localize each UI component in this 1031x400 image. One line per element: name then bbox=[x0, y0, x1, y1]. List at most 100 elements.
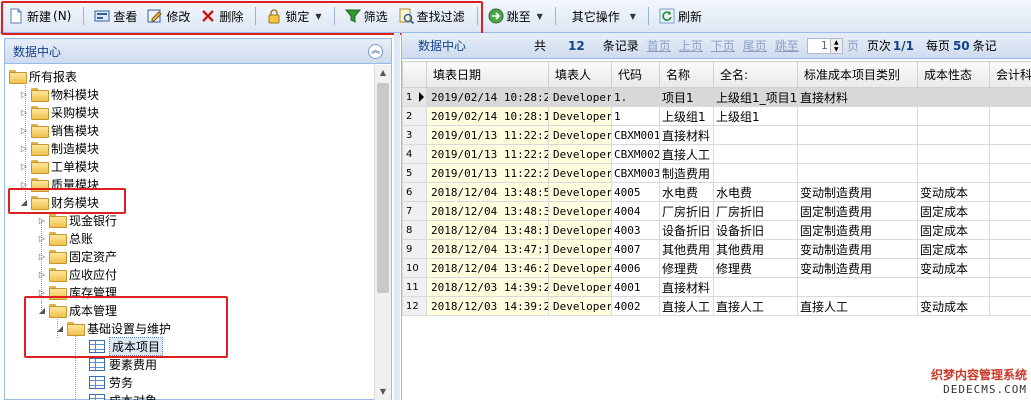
table-row[interactable]: 7 2018/12/04 13:48:36 Developer 4004 厂房折旧 厂房折… bbox=[402, 201, 1031, 221]
chevron-down-icon[interactable]: ▼ bbox=[537, 12, 543, 21]
table-cell[interactable]: 变动成本 bbox=[917, 296, 990, 316]
table-cell[interactable] bbox=[917, 125, 990, 145]
next-page-link[interactable]: 下页 bbox=[711, 37, 735, 54]
expand-icon[interactable]: ▷ bbox=[37, 252, 47, 261]
table-cell[interactable]: Developer bbox=[548, 144, 612, 164]
table-cell[interactable]: Developer bbox=[548, 239, 612, 259]
table-row[interactable]: 5 2019/01/13 11:22:22 Developer CBXM003 制造费用 bbox=[402, 163, 1031, 183]
tree-node-general-ledger[interactable]: ▷ 总账 bbox=[37, 229, 93, 247]
column-header[interactable]: 会计科目 bbox=[989, 61, 1031, 88]
table-cell[interactable]: 固定成本 bbox=[917, 239, 990, 259]
table-cell[interactable] bbox=[917, 87, 990, 107]
table-cell[interactable] bbox=[917, 277, 990, 297]
table-cell[interactable]: 直接材料 bbox=[797, 87, 918, 107]
table-cell[interactable]: Developer bbox=[548, 125, 612, 145]
table-cell[interactable]: 2019/02/14 10:28:29 bbox=[426, 87, 549, 107]
table-cell[interactable]: 1. bbox=[611, 87, 660, 107]
table-cell[interactable]: Developer bbox=[548, 220, 612, 240]
tree-node-purchase[interactable]: ▷ 采购模块 bbox=[19, 103, 99, 121]
table-row[interactable]: 11 2018/12/03 14:39:27 Developer 4001 直接材料 bbox=[402, 277, 1031, 297]
column-header[interactable]: 名称 bbox=[659, 61, 714, 88]
table-cell[interactable]: 变动成本 bbox=[917, 182, 990, 202]
tree-node-manufacturing[interactable]: ▷ 制造模块 bbox=[19, 139, 99, 157]
table-cell[interactable]: CBXM002 bbox=[611, 144, 660, 164]
table-cell[interactable] bbox=[917, 106, 990, 126]
table-row[interactable]: 8 2018/12/04 13:48:17 Developer 4003 设备折旧 设备折… bbox=[402, 220, 1031, 240]
table-cell[interactable]: 变动成本 bbox=[917, 258, 990, 278]
table-cell[interactable]: 2019/01/13 11:22:22 bbox=[426, 125, 549, 145]
table-cell[interactable]: 直接材料 bbox=[659, 125, 714, 145]
table-cell[interactable] bbox=[917, 163, 990, 183]
table-cell[interactable] bbox=[797, 277, 918, 297]
table-cell[interactable] bbox=[797, 163, 918, 183]
table-cell[interactable]: Developer bbox=[548, 182, 612, 202]
table-cell[interactable]: 2018/12/04 13:47:15 bbox=[426, 239, 549, 259]
tree-node-receivables-payables[interactable]: ▷ 应收应付 bbox=[37, 265, 117, 283]
table-cell[interactable]: 直接人工 bbox=[659, 144, 714, 164]
table-cell[interactable]: 其他费用 bbox=[713, 239, 798, 259]
expand-icon[interactable]: ▷ bbox=[19, 108, 29, 117]
page-number-input[interactable]: 1 bbox=[806, 37, 831, 54]
table-cell[interactable]: 水电费 bbox=[713, 182, 798, 202]
table-cell[interactable] bbox=[797, 106, 918, 126]
table-cell[interactable]: 固定制造费用 bbox=[797, 201, 918, 221]
table-cell[interactable] bbox=[713, 125, 798, 145]
table-cell[interactable]: 直接人工 bbox=[797, 296, 918, 316]
table-cell[interactable]: Developer bbox=[548, 296, 612, 316]
jump-button[interactable]: 跳至 ▼ bbox=[484, 4, 547, 28]
table-cell[interactable]: 4002 bbox=[611, 296, 660, 316]
table-cell[interactable]: 2019/01/13 11:22:22 bbox=[426, 163, 549, 183]
tree-node-cost-object[interactable]: 成本对象 bbox=[89, 391, 157, 400]
table-cell[interactable]: Developer bbox=[548, 87, 612, 107]
table-cell[interactable]: 4006 bbox=[611, 258, 660, 278]
tree-node-fixed-assets[interactable]: ▷ 固定资产 bbox=[37, 247, 117, 265]
goto-page-link[interactable]: 跳至 bbox=[775, 37, 799, 54]
table-cell[interactable]: 直接材料 bbox=[659, 277, 714, 297]
table-cell[interactable]: 上级组1_项目1 bbox=[713, 87, 798, 107]
chevron-down-icon[interactable]: ▼ bbox=[630, 12, 636, 21]
table-cell[interactable]: 2018/12/03 14:39:27 bbox=[426, 296, 549, 316]
table-row[interactable]: 3 2019/01/13 11:22:22 Developer CBXM001 直接材料 bbox=[402, 125, 1031, 145]
table-cell[interactable]: 上级组1 bbox=[713, 106, 798, 126]
table-cell[interactable] bbox=[713, 163, 798, 183]
table-row[interactable]: 12 2018/12/03 14:39:27 Developer 4002 直接人工 直接… bbox=[402, 296, 1031, 316]
table-cell[interactable]: 上级组1 bbox=[659, 106, 714, 126]
table-row[interactable]: 1 2019/02/14 10:28:29 Developer 1. 项目1 上级组1_项… bbox=[402, 87, 1031, 107]
expand-icon[interactable]: ▷ bbox=[37, 234, 47, 243]
table-cell[interactable]: 1 bbox=[611, 106, 660, 126]
table-cell[interactable]: 厂房折旧 bbox=[713, 201, 798, 221]
table-cell[interactable]: 修理费 bbox=[659, 258, 714, 278]
column-header[interactable]: 全名: bbox=[713, 61, 798, 88]
table-cell[interactable]: 2019/01/13 11:22:22 bbox=[426, 144, 549, 164]
table-cell[interactable]: Developer bbox=[548, 201, 612, 221]
expand-icon[interactable]: ▷ bbox=[19, 90, 29, 99]
column-header[interactable]: 标准成本项目类别 bbox=[797, 61, 918, 88]
table-cell[interactable] bbox=[797, 125, 918, 145]
table-cell[interactable]: 2018/12/04 13:48:36 bbox=[426, 201, 549, 221]
table-cell[interactable]: Developer bbox=[548, 277, 612, 297]
table-cell[interactable]: Developer bbox=[548, 258, 612, 278]
table-cell[interactable]: 2018/12/04 13:46:27 bbox=[426, 258, 549, 278]
table-cell[interactable] bbox=[713, 144, 798, 164]
table-cell[interactable]: 水电费 bbox=[659, 182, 714, 202]
table-cell[interactable]: 4001 bbox=[611, 277, 660, 297]
collapse-icon[interactable]: ︽ bbox=[368, 44, 383, 59]
other-operations-button[interactable]: 其它操作 ▼ bbox=[562, 4, 640, 28]
table-cell[interactable]: 变动制造费用 bbox=[797, 182, 918, 202]
table-cell[interactable]: 4005 bbox=[611, 182, 660, 202]
last-page-link[interactable]: 尾页 bbox=[743, 37, 767, 54]
table-cell[interactable]: 其他费用 bbox=[659, 239, 714, 259]
expand-icon[interactable]: ▷ bbox=[19, 126, 29, 135]
table-cell[interactable] bbox=[713, 277, 798, 297]
table-cell[interactable]: 制造费用 bbox=[659, 163, 714, 183]
tree-scrollbar[interactable]: ▲ ▼ bbox=[374, 65, 391, 400]
expand-icon[interactable]: ▷ bbox=[37, 270, 47, 279]
table-cell[interactable]: CBXM003 bbox=[611, 163, 660, 183]
table-cell[interactable]: 固定成本 bbox=[917, 201, 990, 221]
table-cell[interactable]: 4007 bbox=[611, 239, 660, 259]
tree-node-labor[interactable]: 劳务 bbox=[89, 373, 133, 391]
table-row[interactable]: 10 2018/12/04 13:46:27 Developer 4006 修理费 修理费… bbox=[402, 258, 1031, 278]
refresh-button[interactable]: 刷新 bbox=[655, 4, 706, 28]
table-cell[interactable]: 2019/02/14 10:28:12 bbox=[426, 106, 549, 126]
scroll-up-icon[interactable]: ▲ bbox=[375, 65, 391, 81]
